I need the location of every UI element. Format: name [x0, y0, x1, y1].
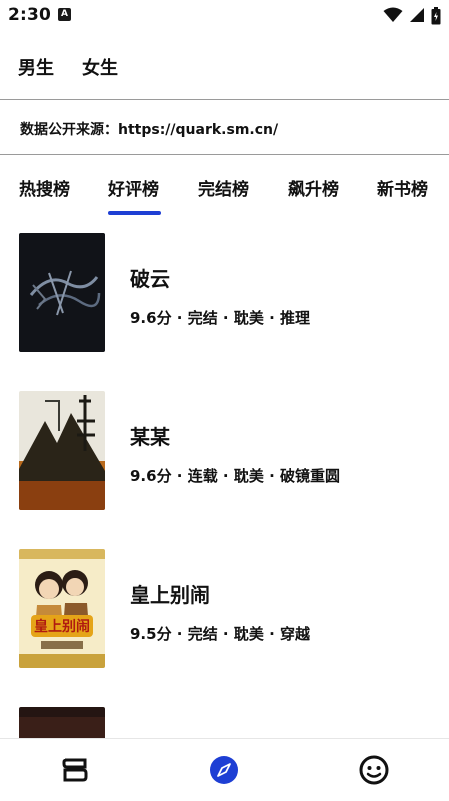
book-title: 某某	[130, 425, 170, 449]
book-list: 破云 9.6分 · 完结 · 耽美 · 推理 某某 9.6分 · 连载 · 耽美…	[0, 215, 449, 738]
status-bar: 2:30 A	[0, 0, 449, 32]
svg-text:皇上别闹: 皇上别闹	[34, 618, 90, 635]
bookshelf-icon	[62, 758, 88, 782]
book-item[interactable]: 皇上别闹 皇上别闹 9.5分 · 完结 · 耽美 · 穿越	[0, 531, 449, 681]
tab-rising[interactable]: 飙升榜	[288, 175, 339, 200]
book-cover[interactable]	[19, 233, 105, 352]
wifi-icon	[383, 7, 403, 22]
tab-new-books[interactable]: 新书榜	[377, 175, 428, 200]
notification-icon: A	[58, 8, 71, 21]
tab-completed[interactable]: 完结榜	[198, 175, 249, 200]
book-meta: 9.6分 · 连载 · 耽美 · 破镜重圆	[130, 467, 341, 485]
tab-hot-search[interactable]: 热搜榜	[19, 175, 70, 200]
ranking-tabs: 热搜榜 好评榜 完结榜 飙升榜 新书榜	[0, 155, 449, 215]
nav-discover[interactable]	[208, 754, 240, 786]
book-cover[interactable]: 皇上别闹	[19, 549, 105, 668]
gender-tabs: 男生 女生	[0, 32, 449, 100]
discover-compass-icon	[210, 756, 238, 784]
data-source-bar: 数据公开来源：https://quark.sm.cn/	[0, 100, 449, 155]
cell-signal-icon	[410, 8, 424, 22]
nav-profile[interactable]	[358, 754, 390, 786]
book-meta: 9.6分 · 完结 · 耽美 · 推理	[130, 309, 311, 327]
book-title: 皇上别闹	[130, 583, 210, 607]
tab-top-rated[interactable]: 好评榜	[108, 175, 159, 200]
book-item[interactable]: 破云 9.6分 · 完结 · 耽美 · 推理	[0, 215, 449, 365]
status-time: 2:30	[8, 5, 52, 25]
book-item[interactable]: 某某 9.6分 · 连载 · 耽美 · 破镜重圆	[0, 373, 449, 523]
book-cover[interactable]	[19, 707, 105, 738]
nav-bookshelf[interactable]	[59, 754, 91, 786]
battery-icon	[431, 7, 441, 25]
status-icons	[377, 7, 441, 25]
book-cover[interactable]	[19, 391, 105, 510]
book-meta: 9.5分 · 完结 · 耽美 · 穿越	[130, 625, 311, 643]
profile-smile-icon	[359, 755, 389, 785]
bottom-nav	[0, 738, 449, 801]
gender-tab-female[interactable]: 女生	[82, 54, 118, 80]
data-source-text[interactable]: 数据公开来源：https://quark.sm.cn/	[20, 119, 278, 139]
gender-tab-male[interactable]: 男生	[18, 54, 54, 80]
book-title: 破云	[130, 267, 170, 291]
book-item[interactable]	[0, 689, 449, 738]
